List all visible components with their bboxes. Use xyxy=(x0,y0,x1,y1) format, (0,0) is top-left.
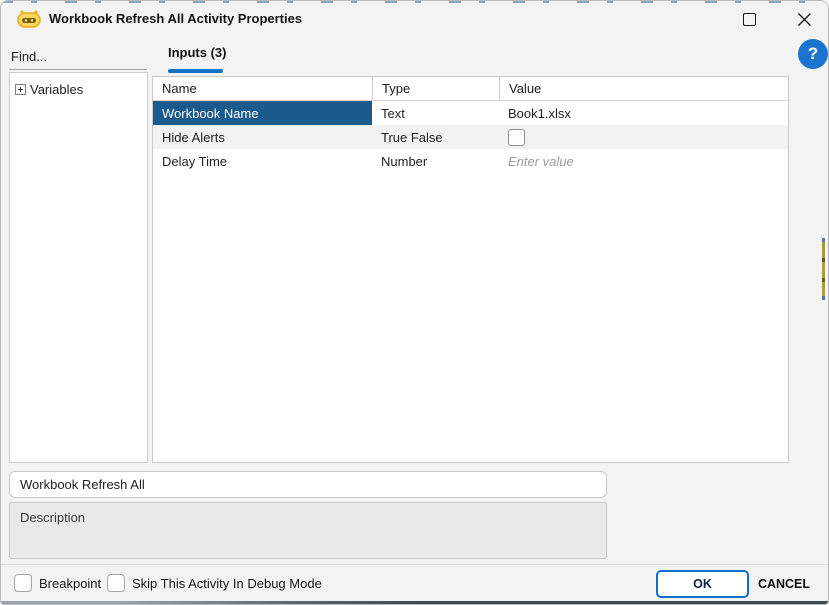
cell-name[interactable]: Hide Alerts xyxy=(153,125,372,149)
bot-icon xyxy=(17,10,41,28)
window-title: Workbook Refresh All Activity Properties xyxy=(49,11,303,26)
ok-button[interactable]: OK xyxy=(656,570,749,598)
cell-type: Text xyxy=(381,105,405,121)
maximize-button[interactable] xyxy=(732,7,766,31)
tree-item-variables[interactable]: Variables xyxy=(10,73,147,97)
find-input[interactable] xyxy=(9,43,147,70)
description-input[interactable] xyxy=(9,502,607,559)
cell-value-text[interactable]: Book1.xlsx xyxy=(499,101,788,125)
table-header-row: Name Type Value xyxy=(153,77,788,101)
breakpoint-label: Breakpoint xyxy=(39,576,102,591)
activity-properties-dialog: Workbook Refresh All Activity Properties… xyxy=(0,0,829,605)
table-row-workbook-name[interactable]: Workbook Name Text Book1.xlsx xyxy=(153,101,788,125)
breakpoint-checkbox[interactable] xyxy=(14,574,32,592)
title-bar: Workbook Refresh All Activity Properties xyxy=(1,1,828,37)
skip-debug-label: Skip This Activity In Debug Mode xyxy=(132,576,322,591)
column-header-type[interactable]: Type xyxy=(372,77,499,100)
tree-expand-icon[interactable] xyxy=(15,84,26,95)
tab-active-indicator xyxy=(168,69,223,73)
window-bottom-edge xyxy=(1,601,828,604)
close-icon xyxy=(797,12,811,26)
skip-debug-checkbox[interactable] xyxy=(107,574,125,592)
inputs-table: Name Type Value Workbook Name Text Book1… xyxy=(152,76,789,463)
close-button[interactable] xyxy=(787,7,821,31)
background-app-top-artifact xyxy=(1,1,828,3)
column-header-name[interactable]: Name xyxy=(153,77,372,100)
cell-type: Number xyxy=(381,153,428,169)
cell-value-placeholder[interactable]: Enter value xyxy=(499,149,788,173)
cell-type: True False xyxy=(381,129,443,145)
tree-item-label: Variables xyxy=(30,82,84,97)
question-mark-icon: ? xyxy=(807,44,819,63)
footer-bar: Breakpoint Skip This Activity In Debug M… xyxy=(1,564,828,601)
cancel-button[interactable]: CANCEL xyxy=(753,570,815,598)
maximize-icon xyxy=(742,12,756,26)
hide-alerts-checkbox[interactable] xyxy=(508,128,525,146)
table-row-hide-alerts[interactable]: Hide Alerts True False xyxy=(153,125,788,149)
column-header-value[interactable]: Value xyxy=(499,77,788,100)
help-button[interactable]: ? xyxy=(798,39,828,69)
cell-name[interactable]: Delay Time xyxy=(153,149,372,173)
background-app-right-artifact xyxy=(822,238,825,300)
variables-tree-panel: Variables xyxy=(9,72,148,463)
cell-value-checkbox-wrap xyxy=(499,125,788,149)
cell-name-selected[interactable]: Workbook Name xyxy=(153,101,372,125)
table-row-delay-time[interactable]: Delay Time Number Enter value xyxy=(153,149,788,173)
activity-name-input[interactable] xyxy=(9,471,607,498)
